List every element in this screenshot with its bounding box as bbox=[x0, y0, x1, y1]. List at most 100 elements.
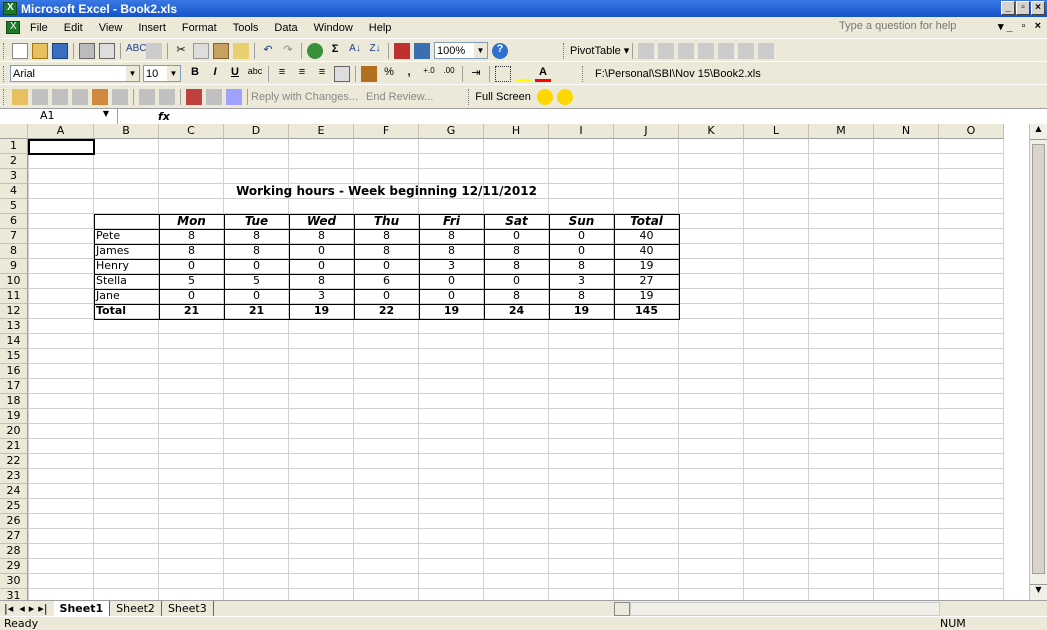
hyperlink-icon[interactable] bbox=[307, 42, 323, 59]
reply-with-changes-button[interactable]: Reply with Changes... bbox=[251, 91, 358, 103]
row-header[interactable]: 1 bbox=[0, 139, 28, 154]
underline-icon[interactable]: U bbox=[227, 66, 243, 82]
drawing-icon[interactable] bbox=[414, 42, 430, 59]
bold-icon[interactable]: B bbox=[187, 66, 203, 82]
close-button[interactable]: × bbox=[1031, 1, 1045, 15]
print-icon[interactable] bbox=[79, 42, 95, 59]
row-header[interactable]: 7 bbox=[0, 229, 28, 244]
next-sheet-icon[interactable]: ▸ bbox=[27, 602, 37, 615]
save-icon[interactable] bbox=[52, 42, 68, 59]
tab-sheet3[interactable]: Sheet3 bbox=[162, 601, 214, 616]
prev-sheet-icon[interactable]: ◂ bbox=[17, 602, 27, 615]
workbook-icon[interactable] bbox=[6, 21, 20, 34]
currency-icon[interactable] bbox=[361, 65, 377, 82]
column-header[interactable]: H bbox=[484, 124, 549, 139]
menu-help[interactable]: Help bbox=[361, 22, 400, 34]
italic-icon[interactable]: I bbox=[207, 66, 223, 82]
increase-decimal-icon[interactable]: +.0 bbox=[421, 66, 437, 82]
show-detail-icon[interactable] bbox=[698, 42, 715, 59]
prev-comment-icon[interactable] bbox=[32, 88, 48, 105]
row-header[interactable]: 5 bbox=[0, 199, 28, 214]
workbook-restore-icon[interactable]: ▫ bbox=[1022, 20, 1026, 33]
row-header[interactable]: 15 bbox=[0, 349, 28, 364]
column-header[interactable]: I bbox=[549, 124, 614, 139]
borders-icon[interactable] bbox=[495, 65, 511, 82]
decrease-decimal-icon[interactable]: .00 bbox=[441, 66, 457, 82]
refresh-icon[interactable] bbox=[718, 42, 735, 59]
format-painter-icon[interactable] bbox=[233, 42, 249, 59]
row-header[interactable]: 19 bbox=[0, 409, 28, 424]
cut-icon[interactable]: ✂ bbox=[173, 43, 189, 59]
row-header[interactable]: 11 bbox=[0, 289, 28, 304]
minimize-button[interactable]: _ bbox=[1001, 1, 1015, 15]
row-header[interactable]: 14 bbox=[0, 334, 28, 349]
row-header[interactable]: 25 bbox=[0, 499, 28, 514]
smiley-icon[interactable] bbox=[556, 88, 573, 105]
column-header[interactable]: B bbox=[94, 124, 159, 139]
menu-tools[interactable]: Tools bbox=[225, 22, 267, 34]
row-header[interactable]: 2 bbox=[0, 154, 28, 169]
paste-icon[interactable] bbox=[213, 42, 229, 59]
menu-view[interactable]: View bbox=[91, 22, 131, 34]
row-header[interactable]: 28 bbox=[0, 544, 28, 559]
row-header[interactable]: 18 bbox=[0, 394, 28, 409]
strikethrough-icon[interactable]: abc bbox=[247, 66, 263, 82]
column-header[interactable]: C bbox=[159, 124, 224, 139]
scroll-thumb[interactable] bbox=[1032, 144, 1045, 574]
column-header[interactable]: E bbox=[289, 124, 354, 139]
row-header[interactable]: 30 bbox=[0, 574, 28, 589]
row-header[interactable]: 13 bbox=[0, 319, 28, 334]
delete-comment-icon[interactable] bbox=[112, 88, 128, 105]
tab-sheet1[interactable]: Sheet1 bbox=[53, 601, 111, 616]
accept-icon[interactable] bbox=[159, 88, 175, 105]
name-box[interactable]: A1 ▼ bbox=[0, 109, 118, 124]
sort-descending-icon[interactable]: Z↓ bbox=[367, 43, 383, 59]
row-header[interactable]: 21 bbox=[0, 439, 28, 454]
mail-icon[interactable] bbox=[206, 88, 222, 105]
column-header[interactable]: J bbox=[614, 124, 679, 139]
show-comment-icon[interactable] bbox=[72, 88, 88, 105]
menu-window[interactable]: Window bbox=[306, 22, 361, 34]
hide-detail-icon[interactable] bbox=[678, 42, 695, 59]
horizontal-scrollbar[interactable] bbox=[629, 601, 940, 616]
menu-edit[interactable]: Edit bbox=[56, 22, 91, 34]
comma-icon[interactable]: , bbox=[401, 66, 417, 82]
help-icon[interactable]: ? bbox=[492, 42, 508, 59]
font-dropdown[interactable]: Arial ▼ bbox=[10, 65, 140, 82]
column-header[interactable]: G bbox=[419, 124, 484, 139]
chart-wizard-icon[interactable] bbox=[394, 42, 410, 59]
new-comment-icon[interactable] bbox=[12, 88, 28, 105]
size-arrow-icon[interactable]: ▼ bbox=[167, 66, 180, 81]
column-header[interactable]: N bbox=[874, 124, 939, 139]
column-header[interactable]: L bbox=[744, 124, 809, 139]
menu-format[interactable]: Format bbox=[174, 22, 225, 34]
row-header[interactable]: 29 bbox=[0, 559, 28, 574]
row-header[interactable]: 27 bbox=[0, 529, 28, 544]
row-header[interactable]: 20 bbox=[0, 424, 28, 439]
hscroll-left-icon[interactable] bbox=[613, 601, 630, 616]
row-header[interactable]: 26 bbox=[0, 514, 28, 529]
row-header[interactable]: 8 bbox=[0, 244, 28, 259]
next-comment-icon[interactable] bbox=[52, 88, 68, 105]
spelling-icon[interactable]: ABC bbox=[126, 43, 147, 59]
menu-file[interactable]: File bbox=[22, 22, 56, 34]
full-screen-button[interactable]: Full Screen bbox=[475, 91, 531, 103]
address-field[interactable]: F:\Personal\SBI\Nov 15\Book2.xls bbox=[593, 65, 953, 82]
column-header[interactable]: D bbox=[224, 124, 289, 139]
research-icon[interactable] bbox=[146, 42, 162, 59]
show-all-comments-icon[interactable] bbox=[92, 88, 108, 105]
track-changes-icon[interactable] bbox=[139, 88, 155, 105]
print-preview-icon[interactable] bbox=[99, 42, 115, 59]
row-header[interactable]: 16 bbox=[0, 364, 28, 379]
question-input[interactable]: Type a question for help bbox=[839, 20, 981, 35]
undo-icon[interactable]: ↶ bbox=[260, 43, 276, 59]
align-center-icon[interactable]: ≡ bbox=[294, 66, 310, 82]
font-color-icon[interactable]: A bbox=[535, 66, 551, 82]
formula-input[interactable] bbox=[170, 109, 1047, 124]
align-left-icon[interactable]: ≡ bbox=[274, 66, 290, 82]
redo-icon[interactable]: ↷ bbox=[280, 43, 296, 59]
indent-icon[interactable]: ⇥ bbox=[468, 66, 484, 82]
menu-data[interactable]: Data bbox=[266, 22, 305, 34]
show-field-list-icon[interactable] bbox=[758, 42, 775, 59]
end-review-button[interactable]: End Review... bbox=[366, 91, 433, 103]
